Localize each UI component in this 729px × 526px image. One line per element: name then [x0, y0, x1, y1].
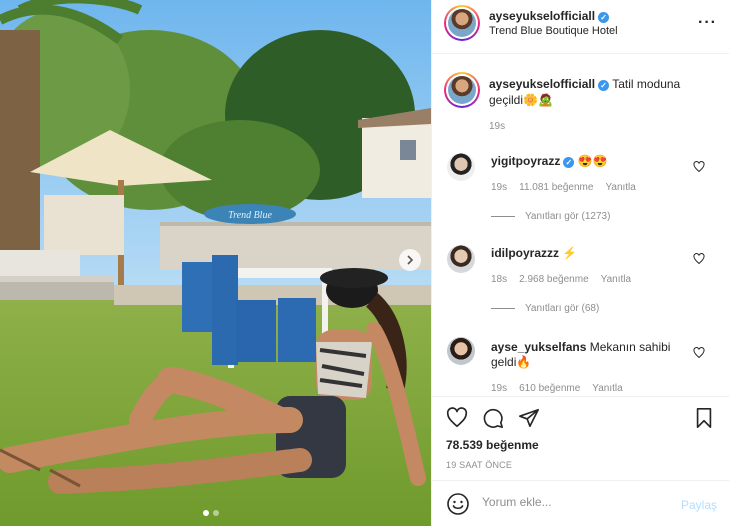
comment-like-heart-icon[interactable] — [693, 253, 705, 265]
post-actions: 78.539 beğenme 19 SAAT ÖNCE — [432, 396, 729, 478]
share-icon[interactable] — [518, 407, 540, 429]
comment-likes[interactable]: 11.081 beğenme — [519, 182, 593, 193]
comment-input[interactable] — [482, 495, 672, 509]
commenter-username[interactable]: yigitpoyrazz — [491, 154, 560, 168]
comment-like-heart-icon[interactable] — [693, 161, 705, 173]
hotel-sign-text: Trend Blue — [228, 210, 272, 221]
post-like-count[interactable]: 78.539 beğenme — [446, 438, 539, 452]
verified-badge-icon: ✓ — [563, 157, 575, 168]
carousel-dot — [213, 510, 219, 516]
comment-time[interactable]: 19s — [491, 182, 507, 193]
commenter-username[interactable]: ayse_yukselfans — [491, 340, 586, 354]
comment-reply-button[interactable]: Yanıtla — [605, 182, 635, 193]
comment-likes[interactable]: 610 beğenme — [519, 383, 580, 394]
post-side-panel: ayseyukselofficiall ✓ Trend Blue Boutique… — [431, 0, 729, 526]
heart-icon[interactable] — [446, 407, 468, 429]
comment-body: ayse_yukselfans Mekanın sahibi geldi🔥 — [491, 340, 691, 370]
comment-likes[interactable]: 2.968 beğenme — [519, 274, 589, 285]
comment-reply-button[interactable]: Yanıtla — [592, 383, 622, 394]
comment-composer: Paylaş — [432, 480, 729, 526]
comments-list[interactable]: ayseyukselofficiall ✓ Tatil moduna geçild… — [432, 54, 729, 396]
verified-badge-icon: ✓ — [598, 12, 610, 23]
commenter-avatar[interactable] — [447, 245, 475, 273]
caption-username[interactable]: ayseyukselofficiall — [489, 77, 595, 91]
caption-time[interactable]: 19s — [489, 121, 505, 132]
view-replies-label: Yanıtları gör (1273) — [525, 211, 611, 222]
comment-text: ⚡ — [562, 246, 578, 260]
comment-icon[interactable] — [482, 407, 504, 429]
author-username[interactable]: ayseyukselofficiall — [489, 9, 595, 23]
verified-badge-icon: ✓ — [598, 80, 610, 91]
carousel-dot-active — [203, 510, 209, 516]
comment-body: yigitpoyrazz ✓ 😍😍 — [491, 154, 691, 169]
comment-time[interactable]: 18s — [491, 274, 507, 285]
comment-meta: 19s 610 beğenme Yanıtla — [491, 383, 623, 394]
emoji-icon[interactable] — [446, 492, 470, 516]
post-header: ayseyukselofficiall ✓ Trend Blue Boutique… — [432, 0, 729, 54]
carousel-indicator — [203, 510, 219, 516]
commenter-username[interactable]: idilpoyrazzz — [491, 246, 559, 260]
author-avatar[interactable] — [444, 5, 480, 41]
more-options-icon[interactable]: ··· — [698, 14, 717, 32]
post-photo-image: Trend Blue — [0, 0, 431, 526]
comment-time[interactable]: 19s — [491, 383, 507, 394]
author-name-row: ayseyukselofficiall ✓ — [489, 9, 610, 23]
caption-author-avatar[interactable] — [444, 72, 480, 108]
post-photo[interactable]: Trend Blue — [0, 0, 431, 526]
comment-reply-button[interactable]: Yanıtla — [601, 274, 631, 285]
comment-meta: 18s 2.968 beğenme Yanıtla — [491, 274, 631, 285]
post-timestamp: 19 SAAT ÖNCE — [446, 460, 513, 470]
comment-body: idilpoyrazzz ⚡ — [491, 246, 691, 261]
view-replies-label: Yanıtları gör (68) — [525, 303, 600, 314]
carousel-next-button[interactable] — [399, 249, 421, 271]
view-replies-button[interactable]: Yanıtları gör (68) — [491, 303, 599, 314]
view-replies-button[interactable]: Yanıtları gör (1273) — [491, 211, 610, 222]
caption: ayseyukselofficiall ✓ Tatil moduna geçild… — [489, 76, 709, 108]
chevron-right-icon — [407, 255, 414, 265]
post-comment-button[interactable]: Paylaş — [681, 498, 717, 512]
comment-text: 😍😍 — [577, 154, 608, 168]
post-location[interactable]: Trend Blue Boutique Hotel — [489, 25, 618, 37]
commenter-avatar[interactable] — [447, 153, 475, 181]
commenter-avatar[interactable] — [447, 337, 475, 365]
comment-meta: 19s 11.081 beğenme Yanıtla — [491, 182, 636, 193]
bookmark-icon[interactable] — [693, 407, 715, 429]
comment-like-heart-icon[interactable] — [693, 347, 705, 359]
